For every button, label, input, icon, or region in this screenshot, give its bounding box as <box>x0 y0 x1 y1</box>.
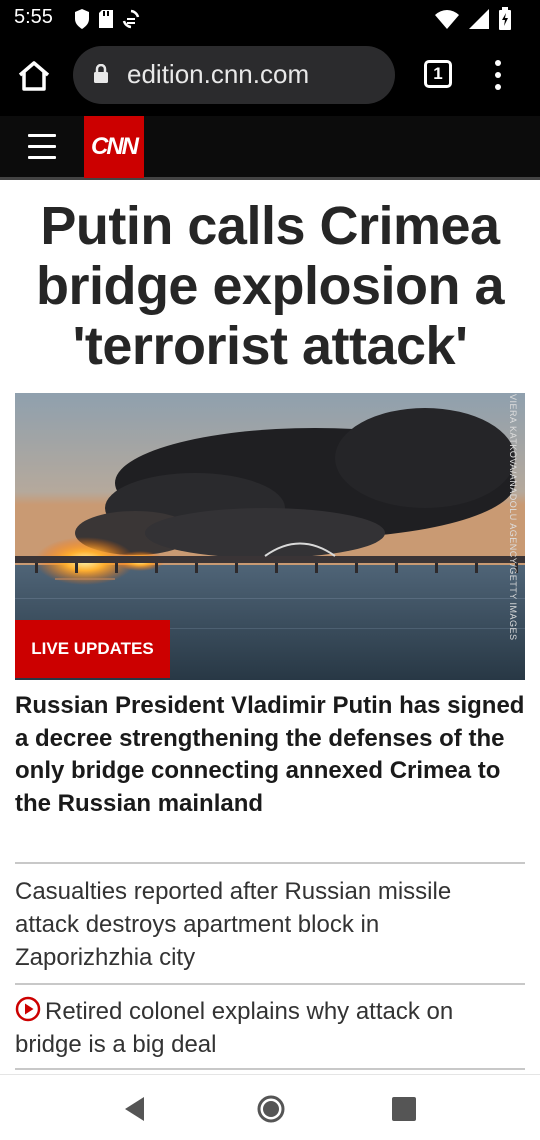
divider <box>15 862 525 864</box>
sync-icon <box>122 9 140 29</box>
menu-dot <box>495 84 501 90</box>
back-icon[interactable] <box>122 1095 146 1123</box>
browser-toolbar: edition.cnn.com 1 <box>0 38 540 116</box>
photo-credit: VIERA KATKOVA/ANADOLU AGENCY/GETTY IMAGE… <box>507 393 521 680</box>
home-nav-icon[interactable] <box>257 1095 285 1123</box>
divider <box>15 1068 525 1070</box>
system-nav-bar <box>0 1074 540 1140</box>
recent-apps-icon[interactable] <box>392 1097 416 1121</box>
status-time: 5:55 <box>14 6 53 28</box>
overflow-menu-button[interactable] <box>488 56 508 96</box>
video-story-text: Retired colonel explains why attack on b… <box>15 998 454 1058</box>
battery-icon <box>499 7 511 30</box>
article-headline[interactable]: Putin calls Crimea bridge explosion a 't… <box>20 196 520 376</box>
article-summary[interactable]: Russian President Vladimir Putin has sig… <box>15 690 530 820</box>
hamburger-menu-icon[interactable] <box>28 134 56 160</box>
status-icons-left <box>74 8 140 30</box>
cnn-logo[interactable]: CNN <box>84 116 144 178</box>
home-button[interactable] <box>16 58 56 98</box>
signal-icon <box>469 9 489 29</box>
photo-credit-text: VIERA KATKOVA/ANADOLU AGENCY/GETTY IMAGE… <box>508 394 518 641</box>
home-icon <box>18 61 50 91</box>
address-bar[interactable]: edition.cnn.com <box>73 46 395 104</box>
tab-switcher-button[interactable]: 1 <box>424 60 452 88</box>
hero-image[interactable]: VIERA KATKOVA/ANADOLU AGENCY/GETTY IMAGE… <box>15 393 525 680</box>
url-text: edition.cnn.com <box>127 59 310 89</box>
wifi-icon <box>435 10 459 29</box>
live-updates-badge[interactable]: LIVE UPDATES <box>15 620 170 678</box>
shield-icon <box>75 9 89 29</box>
menu-dot <box>495 60 501 66</box>
lock-icon <box>93 63 109 89</box>
video-play-icon <box>15 996 41 1022</box>
divider <box>15 983 525 985</box>
video-story-link[interactable]: Retired colonel explains why attack on b… <box>15 995 515 1061</box>
status-icons-right <box>434 7 512 31</box>
story-link[interactable]: Casualties reported after Russian missil… <box>15 875 515 974</box>
cnn-header: CNN <box>0 116 540 180</box>
status-bar: 5:55 <box>0 0 540 38</box>
menu-dot <box>495 72 501 78</box>
sd-card-icon <box>99 10 113 28</box>
